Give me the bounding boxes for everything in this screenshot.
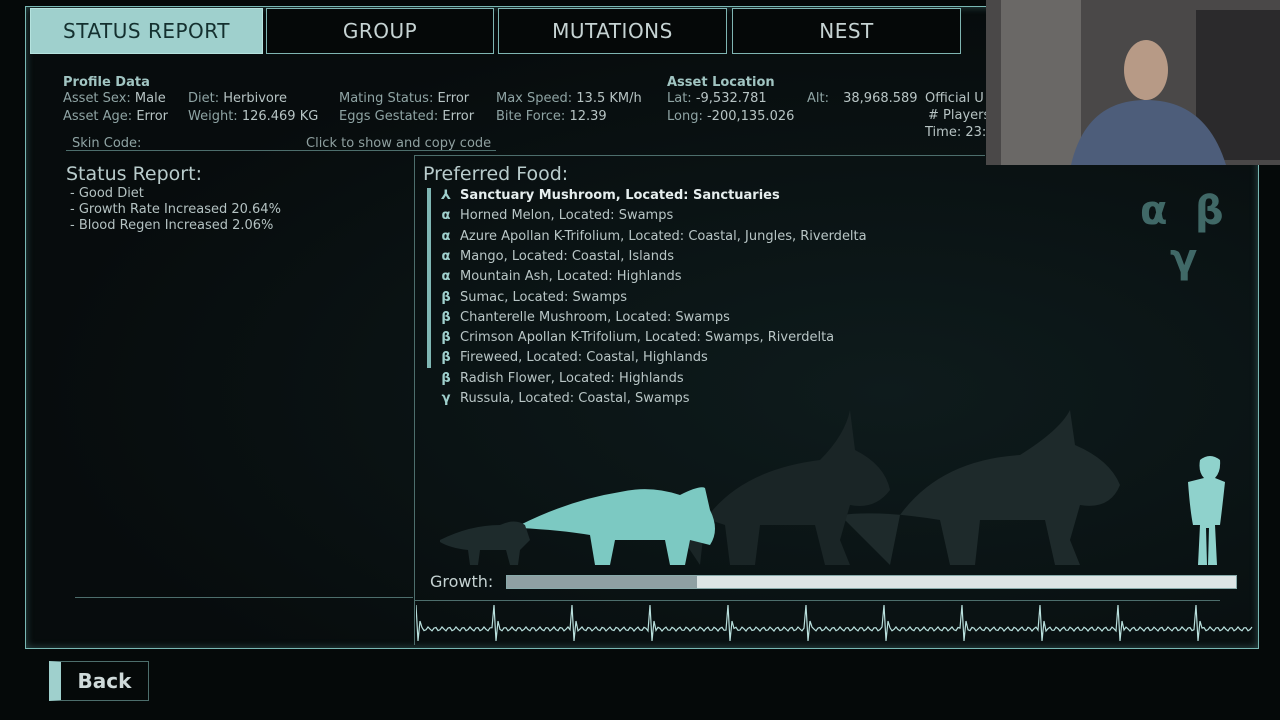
- food-item: β Sumac, Located: Swamps: [438, 290, 627, 305]
- diet: Diet: Herbivore: [188, 91, 287, 106]
- tier-icon: α: [441, 249, 451, 264]
- mating-status: Mating Status: Error: [339, 91, 470, 106]
- tab-nest[interactable]: NEST: [732, 8, 961, 54]
- food-item: β Radish Flower, Located: Highlands: [438, 371, 683, 386]
- status-bottom-divider: [75, 597, 413, 598]
- tier-icon: α: [441, 269, 451, 284]
- juvenile-dino-silhouette: [520, 487, 715, 565]
- growth-stage-silhouettes: [440, 410, 1225, 565]
- growth-progress-bar: [506, 575, 1237, 589]
- tier-icon: β: [441, 330, 451, 345]
- food-item: α Horned Melon, Located: Swamps: [438, 208, 674, 223]
- food-item: α Mountain Ash, Located: Highlands: [438, 269, 682, 284]
- bite-force: Bite Force: 12.39: [496, 109, 607, 124]
- tier-icon: β: [441, 310, 451, 325]
- food-item: β Fireweed, Located: Coastal, Highlands: [438, 350, 707, 365]
- heartbeat-monitor: [416, 604, 1253, 642]
- back-button[interactable]: Back: [49, 661, 149, 701]
- food-item: α Azure Apollan K-Trifolium, Located: Coa…: [438, 229, 867, 244]
- longitude: Long: -200,135.026: [667, 109, 795, 124]
- panel-divider: [414, 155, 415, 645]
- weight: Weight: 126.469 KG: [188, 109, 319, 124]
- profile-heading: Profile Data: [63, 75, 150, 90]
- status-item: - Blood Regen Increased 2.06%: [70, 218, 274, 233]
- time-label: Time: 23:: [925, 125, 987, 140]
- food-item: α Mango, Located: Coastal, Islands: [438, 249, 674, 264]
- tab-mutations[interactable]: MUTATIONS: [498, 8, 727, 54]
- asset-sex: Asset Sex: Male: [63, 91, 166, 106]
- profile-divider: [66, 150, 496, 151]
- tier-icon: α: [441, 208, 451, 223]
- alpha-tier-icon: α: [1140, 188, 1168, 234]
- tier-icon: β: [441, 350, 451, 365]
- eggs-gestated: Eggs Gestated: Error: [339, 109, 475, 124]
- webcam-overlay: [986, 0, 1280, 165]
- tier-icon: β: [441, 290, 451, 305]
- tab-group[interactable]: GROUP: [266, 8, 494, 54]
- tab-status-report[interactable]: STATUS REPORT: [30, 8, 263, 54]
- players-label: # Players: [928, 108, 991, 123]
- growth-label: Growth:: [430, 572, 494, 591]
- tier-icon: ⅄: [441, 188, 451, 203]
- heartbeat-top-divider: [415, 600, 1220, 601]
- tier-icon: β: [441, 371, 451, 386]
- food-item: β Chanterelle Mushroom, Located: Swamps: [438, 310, 730, 325]
- asset-age: Asset Age: Error: [63, 109, 169, 124]
- status-report-title: Status Report:: [66, 163, 202, 185]
- latitude: Lat: -9,532.781: [667, 91, 767, 106]
- food-item: β Crimson Apollan K-Trifolium, Located: S…: [438, 330, 834, 345]
- skin-code-reveal[interactable]: Click to show and copy code: [306, 136, 491, 151]
- human-scale-icon: [1188, 456, 1225, 565]
- skin-code-label: Skin Code:: [72, 136, 142, 151]
- gamma-tier-icon: γ: [1170, 236, 1198, 282]
- official-label: Official U: [925, 91, 984, 106]
- subadult-dino-silhouette: [660, 410, 890, 565]
- header-divider: [415, 155, 985, 156]
- preferred-food-title: Preferred Food:: [423, 163, 569, 185]
- location-heading: Asset Location: [667, 75, 775, 90]
- status-report-list: - Good Diet - Growth Rate Increased 20.6…: [70, 186, 281, 234]
- max-speed: Max Speed: 13.5 KM/h: [496, 91, 642, 106]
- beta-tier-icon: β: [1195, 188, 1224, 234]
- food-scroll-indicator[interactable]: [427, 188, 431, 368]
- growth-progress-fill: [507, 576, 697, 588]
- tier-icon: α: [441, 229, 451, 244]
- altitude: Alt: 38,968.589: [807, 91, 918, 106]
- food-item: ⅄ Sanctuary Mushroom, Located: Sanctuarie…: [438, 188, 780, 203]
- status-item: - Good Diet: [70, 186, 144, 201]
- webcam-image: [986, 0, 1280, 165]
- status-item: - Growth Rate Increased 20.64%: [70, 202, 281, 217]
- hatchling-dino-silhouette: [440, 521, 530, 565]
